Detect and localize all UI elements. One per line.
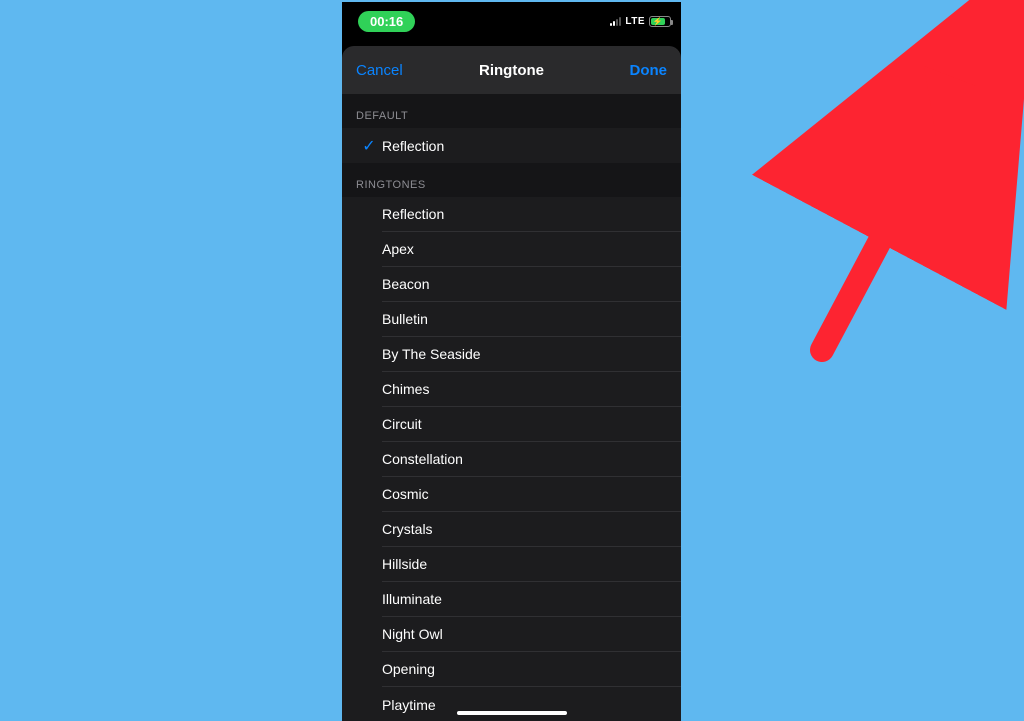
battery-icon: ⚡: [649, 16, 671, 27]
section-header-default: DEFAULT: [342, 94, 681, 128]
ringtone-row[interactable]: Chimes: [342, 372, 681, 407]
checkmark-icon: ✓: [362, 136, 375, 156]
ringtone-label: Crystals: [382, 521, 433, 537]
nav-bar: Cancel Ringtone Done: [342, 46, 681, 94]
ringtone-row[interactable]: Circuit: [342, 407, 681, 442]
ringtone-label: Illuminate: [382, 591, 442, 607]
done-button[interactable]: Done: [630, 62, 668, 79]
ringtone-label: Bulletin: [382, 311, 428, 327]
ringtone-label: Playtime: [382, 697, 436, 713]
ringtone-row[interactable]: Illuminate: [342, 582, 681, 617]
network-label: LTE: [625, 16, 645, 27]
ringtone-label: Constellation: [382, 451, 463, 467]
home-indicator: [457, 711, 567, 715]
ringtone-label: Beacon: [382, 276, 429, 292]
ringtone-row[interactable]: Reflection: [342, 197, 681, 232]
ringtone-row[interactable]: By The Seaside: [342, 337, 681, 372]
ringtone-label: Opening: [382, 661, 435, 677]
section-header-ringtones: RINGTONES: [342, 163, 681, 197]
status-right: LTE ⚡: [610, 16, 671, 27]
ringtone-row[interactable]: Night Owl: [342, 617, 681, 652]
ringtone-label: Circuit: [382, 416, 422, 432]
cancel-button[interactable]: Cancel: [356, 62, 403, 79]
ringtone-row[interactable]: Opening: [342, 652, 681, 687]
ringtone-label: Night Owl: [382, 626, 443, 642]
ringtone-row[interactable]: Hillside: [342, 547, 681, 582]
content-scroll[interactable]: DEFAULT ✓ Reflection RINGTONES Reflectio…: [342, 94, 681, 721]
ringtone-row[interactable]: Cosmic: [342, 477, 681, 512]
status-bar: 00:16 LTE ⚡: [342, 2, 681, 40]
signal-icon: [610, 16, 621, 26]
ringtone-row[interactable]: Playtime: [342, 687, 681, 721]
ringtone-row-default[interactable]: ✓ Reflection: [342, 128, 681, 163]
ringtone-row[interactable]: Crystals: [342, 512, 681, 547]
phone-frame: 00:16 LTE ⚡ Cancel Ringtone Done DEFAULT…: [342, 2, 681, 721]
ringtone-label: By The Seaside: [382, 346, 481, 362]
ringtone-row[interactable]: Beacon: [342, 267, 681, 302]
ringtone-row[interactable]: Apex: [342, 232, 681, 267]
ringtone-label: Cosmic: [382, 486, 429, 502]
ringtone-label: Apex: [382, 241, 414, 257]
modal-sheet: Cancel Ringtone Done DEFAULT ✓ Reflectio…: [342, 46, 681, 721]
ringtone-row[interactable]: Bulletin: [342, 302, 681, 337]
ringtone-label: Hillside: [382, 556, 427, 572]
ringtone-label: Reflection: [382, 138, 444, 154]
ringtone-row[interactable]: Constellation: [342, 442, 681, 477]
ringtone-label: Chimes: [382, 381, 429, 397]
ringtone-label: Reflection: [382, 206, 444, 222]
time-pill: 00:16: [358, 11, 415, 32]
